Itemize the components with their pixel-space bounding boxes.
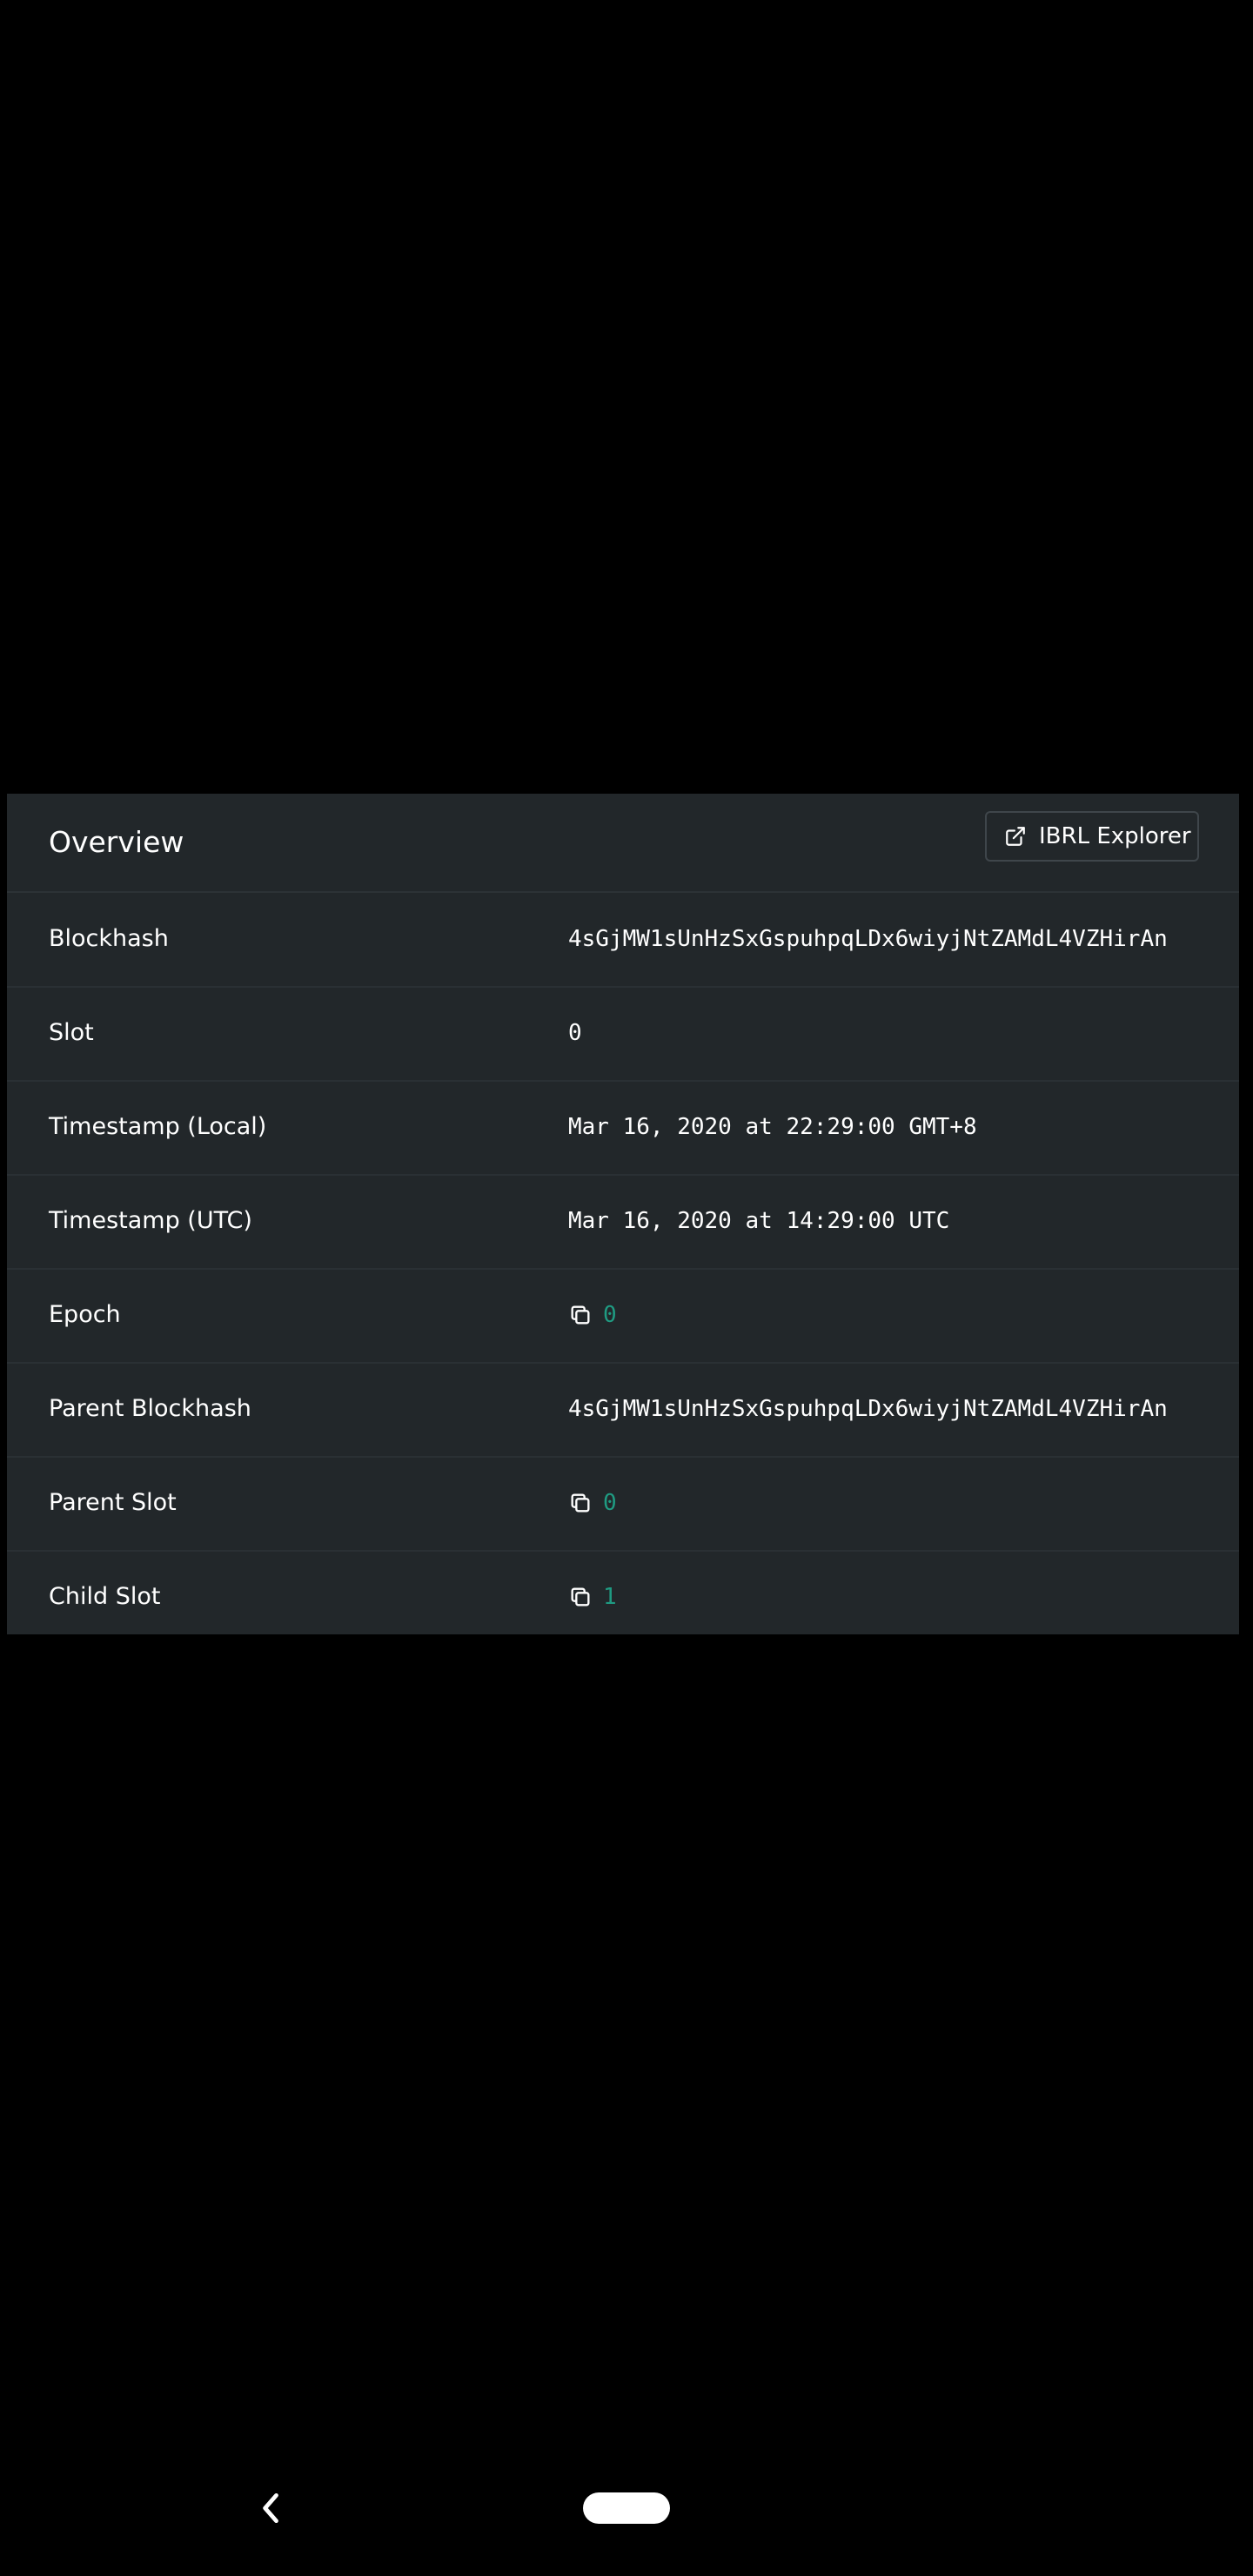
- overview-card: Overview IBRL Explorer Blockhash 4sGjMW1…: [7, 794, 1239, 1634]
- copy-icon[interactable]: [568, 1585, 593, 1609]
- row-slot: Slot 0: [7, 987, 1239, 1082]
- overview-header: Overview IBRL Explorer: [7, 794, 1239, 893]
- row-value-parent-blockhash: 4sGjMW1sUnHzSxGspuhpqLDx6wiyjNtZAMdL4VZH…: [568, 1396, 1168, 1422]
- row-value-timestamp-local: Mar 16, 2020 at 22:29:00 GMT+8: [568, 1114, 977, 1140]
- row-label-blockhash: Blockhash: [49, 925, 169, 952]
- row-child-slot: Child Slot 1: [7, 1551, 1239, 1644]
- row-label-slot: Slot: [49, 1019, 94, 1046]
- row-label-parent-slot: Parent Slot: [49, 1489, 177, 1516]
- copy-icon[interactable]: [568, 1303, 593, 1327]
- child-slot-link[interactable]: 1: [603, 1580, 617, 1613]
- row-value-slot: 0: [568, 1020, 582, 1046]
- row-label-epoch: Epoch: [49, 1301, 121, 1328]
- row-value-child-slot: 1: [568, 1580, 617, 1613]
- row-value-parent-slot: 0: [568, 1486, 617, 1519]
- row-timestamp-local: Timestamp (Local) Mar 16, 2020 at 22:29:…: [7, 1081, 1239, 1176]
- back-button[interactable]: [252, 2489, 291, 2527]
- row-timestamp-utc: Timestamp (UTC) Mar 16, 2020 at 14:29:00…: [7, 1175, 1239, 1270]
- parent-slot-link[interactable]: 0: [603, 1486, 617, 1519]
- row-value-epoch: 0: [568, 1298, 617, 1332]
- row-label-timestamp-local: Timestamp (Local): [49, 1113, 267, 1140]
- system-nav-bar: [0, 2437, 1253, 2576]
- row-label-timestamp-utc: Timestamp (UTC): [49, 1207, 252, 1234]
- home-pill-button[interactable]: [583, 2492, 670, 2524]
- row-label-parent-blockhash: Parent Blockhash: [49, 1395, 251, 1422]
- ibrl-explorer-button[interactable]: IBRL Explorer: [985, 811, 1199, 862]
- ibrl-explorer-label: IBRL Explorer: [1039, 823, 1191, 849]
- epoch-link[interactable]: 0: [603, 1298, 617, 1332]
- row-parent-slot: Parent Slot 0: [7, 1457, 1239, 1552]
- copy-icon[interactable]: [568, 1491, 593, 1515]
- row-value-timestamp-utc: Mar 16, 2020 at 14:29:00 UTC: [568, 1208, 950, 1234]
- row-value-blockhash: 4sGjMW1sUnHzSxGspuhpqLDx6wiyjNtZAMdL4VZH…: [568, 926, 1168, 952]
- external-link-icon: [1004, 825, 1027, 848]
- row-parent-blockhash: Parent Blockhash 4sGjMW1sUnHzSxGspuhpqLD…: [7, 1363, 1239, 1458]
- row-blockhash: Blockhash 4sGjMW1sUnHzSxGspuhpqLDx6wiyjN…: [7, 893, 1239, 988]
- chevron-left-icon: [263, 2492, 278, 2524]
- row-label-child-slot: Child Slot: [49, 1583, 161, 1610]
- overview-title: Overview: [49, 825, 184, 859]
- row-epoch: Epoch 0: [7, 1269, 1239, 1364]
